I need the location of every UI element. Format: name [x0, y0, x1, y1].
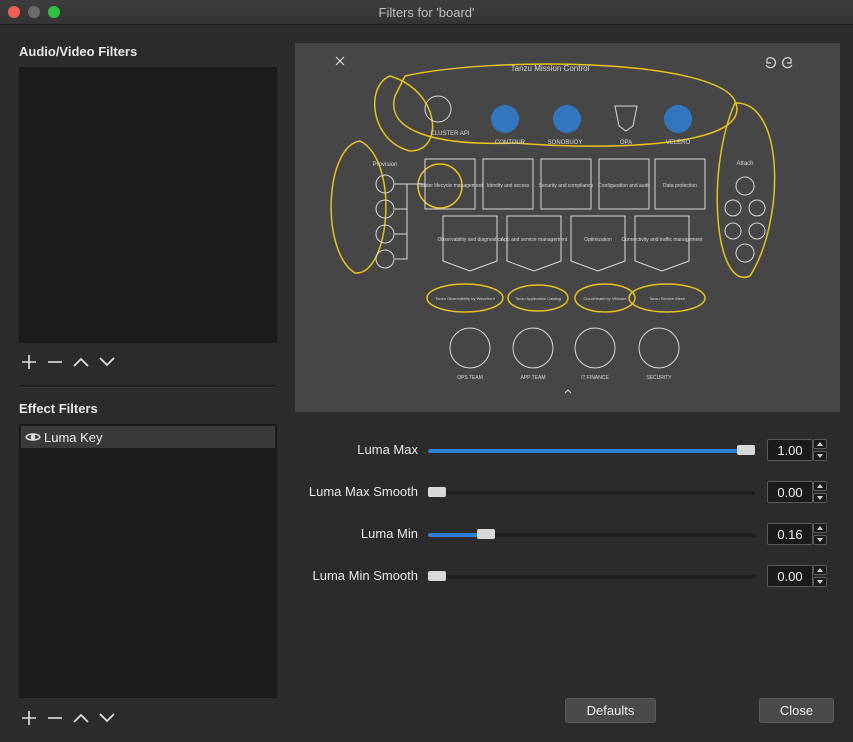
chevron-up-icon[interactable] [813, 481, 827, 491]
luma-min-spinbox[interactable]: 0.16 [767, 523, 813, 545]
chevron-down-icon[interactable] [813, 451, 827, 461]
team-label: IT FINANCE [581, 375, 609, 381]
plus-icon [22, 711, 36, 725]
slider-handle[interactable] [477, 529, 495, 539]
slider-handle[interactable] [428, 571, 446, 581]
undo-icon [765, 57, 776, 69]
luma-max-smooth-spinbox[interactable]: 0.00 [767, 481, 813, 503]
luma-min-slider[interactable] [428, 529, 755, 539]
defaults-button[interactable]: Defaults [565, 698, 656, 723]
capability-label: Connectivity and traffic management [621, 237, 703, 243]
product-label: CloudHealth by VMware [583, 296, 627, 301]
tool-label: CONTOUR [495, 140, 526, 146]
plus-icon [22, 355, 36, 369]
eye-icon[interactable] [25, 431, 41, 443]
luma-min-smooth-slider[interactable] [428, 571, 755, 581]
move-down-av-filter-button[interactable] [97, 352, 117, 372]
chevron-up-icon [73, 357, 89, 367]
luma-max-slider[interactable] [428, 445, 755, 455]
effect-filters-toolbar [19, 707, 117, 729]
diagram-header: Tanzu Mission Control [511, 64, 590, 73]
provision-label: Provision [373, 162, 398, 168]
move-down-effect-filter-button[interactable] [97, 708, 117, 728]
tool-label: OPA [620, 140, 632, 146]
luma-min-smooth-spinbox[interactable]: 0.00 [767, 565, 813, 587]
product-label: Tanzu Service Mesh [649, 296, 685, 301]
team-label: APP TEAM [520, 375, 545, 381]
luma-max-smooth-label: Luma Max Smooth [308, 484, 418, 499]
move-up-av-filter-button[interactable] [71, 352, 91, 372]
tool-label: CLUSTER API [430, 131, 469, 137]
slider-handle[interactable] [737, 445, 755, 455]
av-filters-list[interactable] [19, 67, 277, 343]
remove-av-filter-button[interactable] [45, 352, 65, 372]
whiteboard-image: Tanzu Mission Control Provision Attach C… [315, 51, 820, 411]
capability-label: Observability and diagnostics [437, 237, 503, 243]
capability-label: Data protection [663, 183, 697, 189]
product-label: Tanzu Observability by Wavefront [435, 296, 495, 301]
luma-min-smooth-stepper[interactable] [813, 565, 827, 587]
close-icon [335, 56, 345, 66]
luma-max-spinbox[interactable]: 1.00 [767, 439, 813, 461]
chevron-up-icon[interactable] [813, 439, 827, 449]
remove-effect-filter-button[interactable] [45, 708, 65, 728]
whiteboard-diagram: Tanzu Mission Control Provision Attach C… [330, 56, 793, 394]
chevron-up-icon[interactable] [813, 523, 827, 533]
chevron-down-icon[interactable] [813, 577, 827, 587]
window-title: Filters for 'board' [378, 5, 475, 20]
filter-preview: Tanzu Mission Control Provision Attach C… [295, 43, 840, 412]
capability-label: Optimization [584, 237, 612, 243]
luma-min-smooth-label: Luma Min Smooth [312, 568, 419, 583]
luma-max-label: Luma Max [357, 442, 418, 457]
product-label: Tanzu Application Catalog [515, 296, 561, 301]
capability-label: Identity and access [487, 183, 530, 189]
tool-label: VELERO [666, 140, 691, 146]
chevron-down-icon [99, 713, 115, 723]
chevron-down-icon[interactable] [813, 535, 827, 545]
section-divider [19, 385, 275, 388]
redo-icon [782, 57, 793, 69]
minus-icon [48, 361, 62, 363]
move-up-effect-filter-button[interactable] [71, 708, 91, 728]
effect-filters-label: Effect Filters [19, 401, 98, 416]
capability-label: App and service management [501, 237, 568, 243]
capability-label: Cluster lifecycle management [417, 183, 483, 189]
chevron-down-icon[interactable] [813, 493, 827, 503]
filter-name: Luma Key [44, 429, 103, 445]
capability-label: Security and compliance [539, 183, 594, 189]
chevron-up-icon [73, 713, 89, 723]
chevron-down-icon [99, 357, 115, 367]
av-filters-toolbar [19, 351, 117, 373]
luma-max-smooth-slider[interactable] [428, 487, 755, 497]
av-filters-label: Audio/Video Filters [19, 44, 138, 59]
team-label: SECURITY [646, 375, 672, 381]
luma-max-smooth-stepper[interactable] [813, 481, 827, 503]
luma-min-stepper[interactable] [813, 523, 827, 545]
minus-icon [48, 717, 62, 719]
add-effect-filter-button[interactable] [19, 708, 39, 728]
luma-min-label: Luma Min [360, 526, 418, 541]
attach-label: Attach [736, 161, 753, 167]
tool-label: SONOBUOY [548, 140, 583, 146]
list-item[interactable]: Luma Key [21, 426, 275, 448]
luma-max-stepper[interactable] [813, 439, 827, 461]
team-label: OPS TEAM [457, 375, 483, 381]
capability-label: Configuration and audit [598, 183, 650, 189]
chevron-up-icon[interactable] [813, 565, 827, 575]
slider-handle[interactable] [428, 487, 446, 497]
add-av-filter-button[interactable] [19, 352, 39, 372]
close-button[interactable]: Close [759, 698, 834, 723]
title-bar: Filters for 'board' [0, 0, 853, 25]
effect-filters-list[interactable]: Luma Key [19, 424, 277, 698]
